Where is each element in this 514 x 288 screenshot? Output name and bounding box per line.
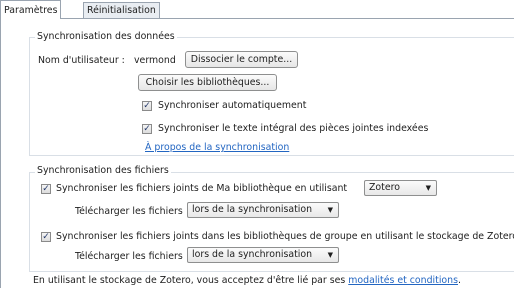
- username-value: vermond: [134, 55, 176, 66]
- terms-suffix: .: [458, 275, 461, 286]
- tab-parametres[interactable]: Paramètres: [0, 0, 62, 19]
- unlink-account-button[interactable]: Dissocier le compte...: [185, 51, 298, 68]
- my-library-download-select-value: lors de la synchronisation: [192, 204, 313, 215]
- tab-reinitialisation[interactable]: Réinitialisation: [83, 2, 160, 18]
- terms-notice: En utilisant le stockage de Zotero, vous…: [33, 275, 461, 286]
- my-library-download-label: Télécharger les fichiers: [75, 206, 183, 217]
- my-library-download-select[interactable]: lors de la synchronisation ▼: [187, 202, 339, 218]
- terms-text: En utilisant le stockage de Zotero, vous…: [33, 275, 349, 286]
- my-library-files-label: Synchroniser les fichiers joints de Ma b…: [56, 183, 348, 194]
- group-libraries-download-select-value: lors de la synchronisation: [192, 249, 313, 260]
- file-sync-legend: Synchronisation des fichiers: [35, 165, 171, 176]
- fulltext-sync-label: Synchroniser le texte intégral des pièce…: [158, 123, 429, 134]
- group-libraries-files-label: Synchroniser les fichiers joints dans le…: [56, 231, 514, 242]
- fulltext-sync-checkbox[interactable]: ✓: [142, 124, 152, 134]
- chevron-down-icon: ▼: [327, 206, 333, 214]
- my-library-files-checkbox[interactable]: ✓: [41, 184, 51, 194]
- auto-sync-label: Synchroniser automatiquement: [158, 100, 307, 111]
- group-libraries-download-select[interactable]: lors de la synchronisation ▼: [187, 247, 339, 263]
- username-label: Nom d'utilisateur :: [38, 55, 125, 66]
- choose-libraries-button[interactable]: Choisir les bibliothèques...: [138, 74, 277, 91]
- storage-select[interactable]: Zotero ▼: [364, 180, 437, 196]
- tab-bar: Réinitialisation Paramètres: [0, 0, 514, 19]
- storage-select-value: Zotero: [369, 182, 400, 193]
- group-libraries-files-checkbox[interactable]: ✓: [41, 232, 51, 242]
- data-sync-legend: Synchronisation des données: [35, 31, 177, 42]
- group-libraries-download-label: Télécharger les fichiers: [75, 251, 183, 262]
- about-sync-link[interactable]: À propos de la synchronisation: [145, 142, 289, 153]
- chevron-down-icon: ▼: [327, 251, 333, 259]
- settings-panel: Synchronisation des données Nom d'utilis…: [0, 18, 514, 288]
- auto-sync-checkbox[interactable]: ✓: [142, 101, 152, 111]
- terms-link[interactable]: modalités et conditions: [348, 275, 458, 286]
- chevron-down-icon: ▼: [425, 184, 431, 192]
